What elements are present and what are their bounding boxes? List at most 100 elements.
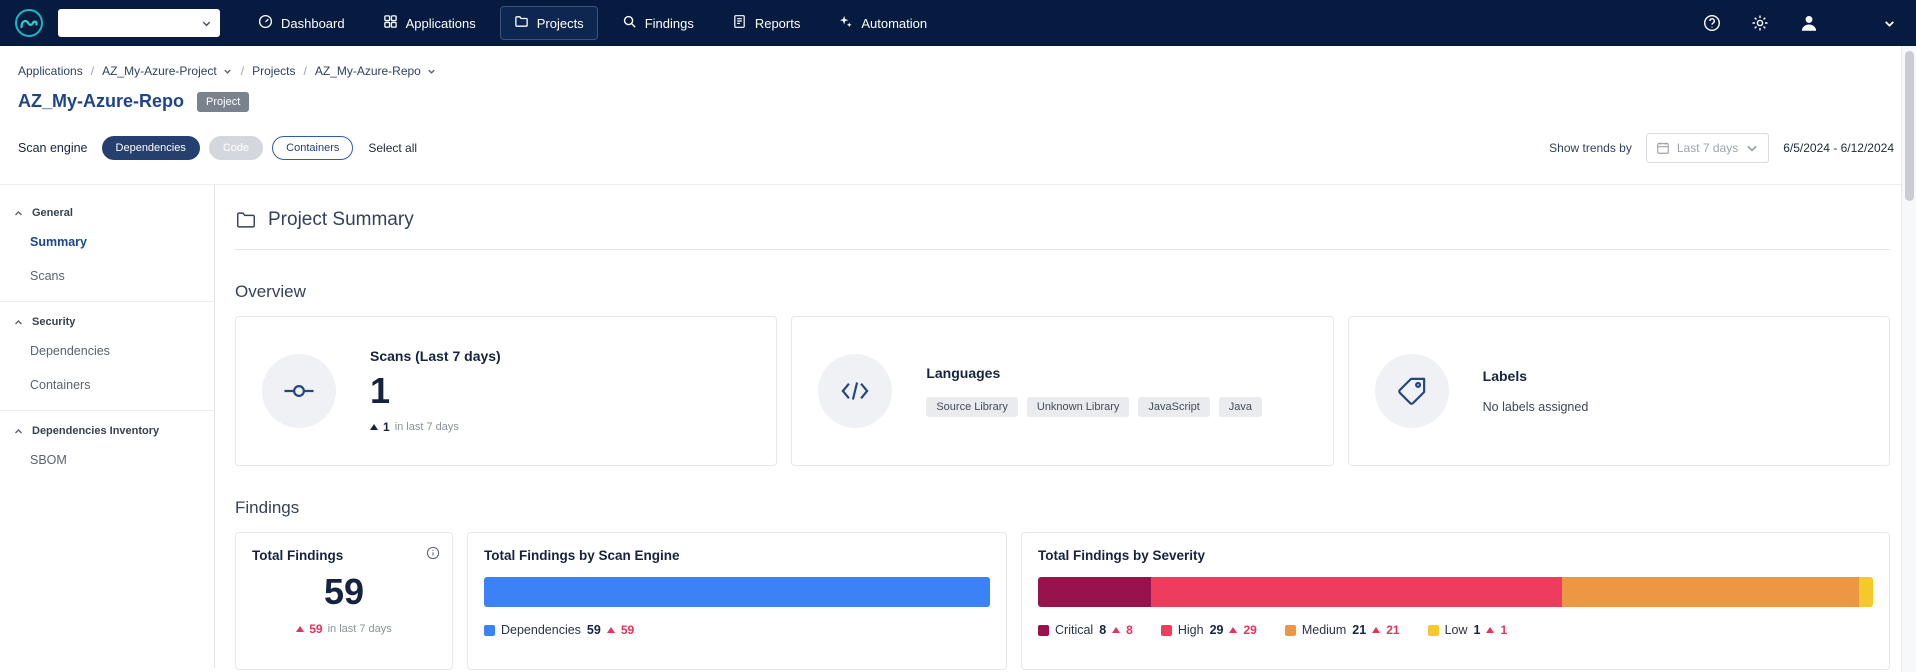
gauge-icon xyxy=(258,14,273,32)
nav-item-dashboard[interactable]: Dashboard xyxy=(244,6,359,40)
nav-item-applications[interactable]: Applications xyxy=(369,6,490,40)
search-icon xyxy=(622,14,637,32)
chevron-down-icon[interactable] xyxy=(426,66,437,77)
chevron-up-icon xyxy=(14,209,23,218)
pill-dependencies[interactable]: Dependencies xyxy=(102,136,200,160)
gear-icon[interactable] xyxy=(1751,14,1769,32)
total-findings-title: Total Findings xyxy=(252,548,436,563)
sidebar-section-general: General Summary Scans xyxy=(0,193,214,301)
show-trends-label: Show trends by xyxy=(1549,141,1632,155)
legend-label: Medium xyxy=(1302,623,1346,637)
title-row: AZ_My-Azure-Repo Project xyxy=(18,91,1916,112)
engine-bar-segment-dependencies[interactable] xyxy=(484,577,990,607)
page-title: AZ_My-Azure-Repo xyxy=(18,91,184,112)
trend-up-icon xyxy=(370,424,378,430)
breadcrumb-separator: / xyxy=(303,64,306,78)
sidebar-item-scans[interactable]: Scans xyxy=(0,259,214,293)
breadcrumb-project-name[interactable]: AZ_My-Azure-Repo xyxy=(315,64,421,78)
language-tag: JavaScript xyxy=(1138,397,1209,417)
nav-label: Projects xyxy=(537,16,584,31)
findings-by-severity-card: Total Findings by Severity Critical 8 8 xyxy=(1021,532,1890,670)
sidebar: General Summary Scans Security Dependenc… xyxy=(0,185,215,668)
nav-item-findings[interactable]: Findings xyxy=(608,6,708,40)
sidebar-section-dependencies-inventory: Dependencies Inventory SBOM xyxy=(0,410,214,485)
legend-swatch xyxy=(1428,625,1439,636)
nav-item-automation[interactable]: Automation xyxy=(824,6,941,40)
sidebar-item-dependencies[interactable]: Dependencies xyxy=(0,334,214,368)
scan-engine-bar: Scan engine Dependencies Code Containers… xyxy=(18,134,1894,162)
legend-item-dependencies: Dependencies 59 59 xyxy=(484,623,634,637)
sidebar-header-general[interactable]: General xyxy=(0,197,214,225)
scans-card: Scans (Last 7 days) 1 1 in last 7 days xyxy=(235,316,777,466)
folder-icon xyxy=(235,209,257,231)
language-tags: Source Library Unknown Library JavaScrip… xyxy=(926,397,1262,417)
sidebar-section-security: Security Dependencies Containers xyxy=(0,301,214,410)
chevron-down-icon[interactable] xyxy=(1883,17,1896,30)
legend-value: 29 xyxy=(1210,623,1224,637)
severity-bar-segment-medium[interactable] xyxy=(1562,577,1859,607)
language-tag: Source Library xyxy=(926,397,1018,417)
mend-logo-icon[interactable] xyxy=(14,8,44,38)
info-icon[interactable] xyxy=(426,546,440,560)
top-navbar: Dashboard Applications Projects Findings… xyxy=(0,0,1916,46)
legend-trend-value: 1 xyxy=(1500,623,1507,637)
breadcrumb-applications[interactable]: Applications xyxy=(18,64,83,78)
nav-label: Dashboard xyxy=(281,16,345,31)
nav-item-projects[interactable]: Projects xyxy=(500,6,598,40)
languages-card: Languages Source Library Unknown Library… xyxy=(791,316,1333,466)
pill-containers[interactable]: Containers xyxy=(272,136,353,160)
sidebar-header-security[interactable]: Security xyxy=(0,306,214,334)
language-tag: Unknown Library xyxy=(1027,397,1130,417)
severity-legend: Critical 8 8 High 29 29 Medium xyxy=(1038,623,1873,637)
scans-trend-suffix: in last 7 days xyxy=(395,421,459,433)
severity-bar-segment-low[interactable] xyxy=(1859,577,1873,607)
legend-item-high: High 29 29 xyxy=(1161,623,1257,637)
org-selector[interactable] xyxy=(58,9,220,37)
legend-trend-value: 29 xyxy=(1243,623,1256,637)
divider xyxy=(235,249,1890,250)
sidebar-item-summary[interactable]: Summary xyxy=(0,225,214,259)
content: General Summary Scans Security Dependenc… xyxy=(0,184,1916,668)
breadcrumb-projects[interactable]: Projects xyxy=(252,64,295,78)
legend-label: High xyxy=(1178,623,1204,637)
tag-icon xyxy=(1375,354,1449,428)
breadcrumb-application-name[interactable]: AZ_My-Azure-Project xyxy=(102,64,217,78)
legend-trend-value: 59 xyxy=(621,623,634,637)
trend-up-icon xyxy=(1229,627,1237,633)
engine-bar-chart xyxy=(484,577,990,607)
legend-item-low: Low 1 1 xyxy=(1428,623,1508,637)
project-type-badge: Project xyxy=(197,92,249,112)
chevron-down-icon[interactable] xyxy=(222,66,233,77)
legend-swatch xyxy=(484,625,495,636)
sidebar-header-dependencies-inventory[interactable]: Dependencies Inventory xyxy=(0,415,214,443)
scan-engine-label: Scan engine xyxy=(18,141,88,155)
nav-label: Reports xyxy=(755,16,801,31)
overview-section-title: Overview xyxy=(235,282,1890,302)
sidebar-item-containers[interactable]: Containers xyxy=(0,368,214,402)
trends-range-select[interactable]: Last 7 days xyxy=(1646,133,1769,163)
total-findings-value: 59 xyxy=(252,571,436,613)
nav-label: Findings xyxy=(645,16,694,31)
help-icon[interactable] xyxy=(1703,14,1721,32)
languages-card-title: Languages xyxy=(926,365,1262,381)
legend-swatch xyxy=(1038,625,1049,636)
nav-label: Applications xyxy=(406,16,476,31)
language-tag: Java xyxy=(1219,397,1262,417)
severity-bar-segment-high[interactable] xyxy=(1151,577,1561,607)
user-icon[interactable] xyxy=(1799,13,1819,33)
severity-bar-segment-critical[interactable] xyxy=(1038,577,1151,607)
scrollbar-thumb[interactable] xyxy=(1905,51,1914,201)
chevron-up-icon xyxy=(14,427,23,436)
grid-icon xyxy=(383,14,398,32)
nav-label: Automation xyxy=(861,16,927,31)
nav-item-reports[interactable]: Reports xyxy=(718,6,815,40)
labels-empty-text: No labels assigned xyxy=(1483,400,1589,414)
findings-by-engine-card: Total Findings by Scan Engine Dependenci… xyxy=(467,532,1007,670)
select-all-link[interactable]: Select all xyxy=(368,141,417,155)
sidebar-item-sbom[interactable]: SBOM xyxy=(0,443,214,477)
legend-swatch xyxy=(1285,625,1296,636)
labels-card: Labels No labels assigned xyxy=(1348,316,1890,466)
vertical-scrollbar[interactable] xyxy=(1901,46,1916,672)
navbar-right xyxy=(1673,13,1896,33)
trend-up-icon xyxy=(607,627,615,633)
